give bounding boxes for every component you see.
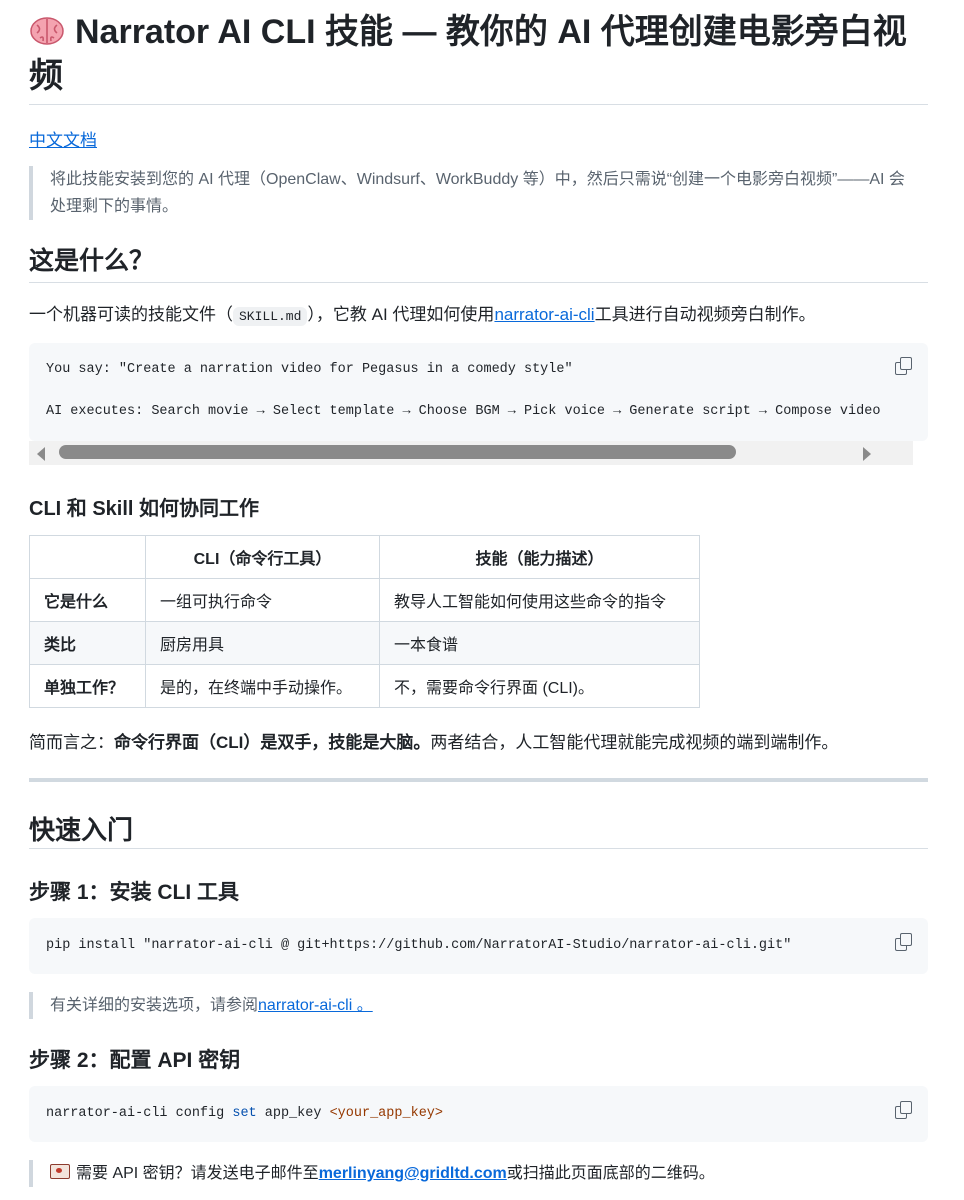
title-divider [29,104,928,105]
scroll-right-arrow-icon[interactable] [863,447,871,461]
intro-blockquote: 将此技能安装到您的 AI 代理（OpenClaw、Windsurf、WorkBu… [29,166,920,220]
table-header-cell [29,535,146,579]
table-row-header: 它是什么 [29,578,146,622]
api-note-suffix: 或扫描此页面底部的二维码。 [506,1165,715,1182]
horizontal-scrollbar[interactable] [29,441,913,465]
copy-icon[interactable] [892,356,912,376]
table-cell: 是的，在终端中手动操作。 [145,664,380,708]
narrator-cli-link[interactable]: narrator-ai-cli [494,305,594,324]
code-placeholder: <your_app_key> [329,1106,443,1121]
scrollbar-thumb[interactable] [59,445,736,459]
step2-heading: 步骤 2：配置 API 密钥 [29,1049,241,1072]
step1-heading: 步骤 1：安装 CLI 工具 [29,881,240,904]
table-row-header: 类比 [29,621,146,665]
install-command: pip install "narrator-ai-cli @ git+https… [46,938,792,953]
code-token: narrator-ai-cli config [46,1106,233,1121]
code-token: app_key [256,1106,330,1121]
table-header-row: CLI（命令行工具） 技能（能力描述） [29,535,700,579]
code-line-1: You say: "Create a narration video for P… [46,362,573,377]
readme-page: Narrator AI CLI 技能 — 教你的 AI 代理创建电影旁白视频 中… [0,0,964,1200]
table-cell: 教导人工智能如何使用这些命令的指令 [379,578,700,622]
horizontal-rule [29,778,928,782]
scroll-left-arrow-icon[interactable] [37,447,45,461]
table-header-cell: CLI（命令行工具） [145,535,380,579]
install-code-block[interactable]: pip install "narrator-ai-cli @ git+https… [29,918,928,974]
chinese-docs-link[interactable]: 中文文档 [29,126,97,151]
comparison-table: CLI（命令行工具） 技能（能力描述） 它是什么 一组可执行命令 教导人工智能如… [29,535,700,708]
section-divider [29,282,928,283]
section-heading-how: CLI 和 Skill 如何协同工作 [29,498,260,520]
brain-icon [30,17,64,45]
table-row: 类比 厨房用具 一本食谱 [29,621,700,665]
para-text: 一个机器可读的技能文件（ [29,305,233,324]
copy-icon[interactable] [892,932,912,952]
table-cell: 不，需要命令行界面 (CLI)。 [379,664,700,708]
copy-icon[interactable] [892,1100,912,1120]
table-header-cell: 技能（能力描述） [379,535,700,579]
api-note-text: 需要 API 密钥？请发送电子邮件至 [76,1165,319,1182]
config-command: narrator-ai-cli config set app_key <your… [46,1106,443,1121]
summary-paragraph: 简而言之：命令行界面（CLI）是双手，技能是大脑。两者结合，人工智能代理就能完成… [29,730,838,756]
table-row: 它是什么 一组可执行命令 教导人工智能如何使用这些命令的指令 [29,578,700,622]
section-divider [29,848,928,849]
config-code-block[interactable]: narrator-ai-cli config set app_key <your… [29,1086,928,1142]
install-options-link[interactable]: narrator-ai-cli 。 [258,997,373,1014]
what-paragraph: 一个机器可读的技能文件（ SKILL.md ），它教 AI 代理如何使用narrat… [29,302,816,330]
email-link[interactable]: merlinyang@gridltd.com [319,1165,507,1182]
example-code-block[interactable]: You say: "Create a narration video for P… [29,343,928,441]
intro-quote-text: 将此技能安装到您的 AI 代理（OpenClaw、Windsurf、WorkBu… [50,171,905,215]
email-icon [50,1164,70,1179]
section-heading-quickstart: 快速入门 [29,815,134,845]
page-title-text: Narrator AI CLI 技能 — 教你的 AI 代理创建电影旁白视频 [29,13,907,95]
code-keyword: set [232,1106,257,1121]
section-heading-what: 这是什么？ [29,247,155,275]
install-note-text: 有关详细的安装选项，请参阅 [50,997,259,1014]
install-note-blockquote: 有关详细的安装选项，请参阅narrator-ai-cli 。 [29,992,920,1019]
summary-prefix: 简而言之： [29,733,114,752]
table-cell: 厨房用具 [145,621,380,665]
summary-bold: 命令行界面（CLI）是双手，技能是大脑。 [114,733,431,752]
table-row: 单独工作？ 是的，在终端中手动操作。 不，需要命令行界面 (CLI)。 [29,664,700,708]
summary-rest: 两者结合，人工智能代理就能完成视频的端到端制作。 [430,733,839,752]
para-text: 工具进行自动视频旁白制作。 [594,305,816,324]
table-cell: 一组可执行命令 [145,578,380,622]
table-cell: 一本食谱 [379,621,700,665]
page-title: Narrator AI CLI 技能 — 教你的 AI 代理创建电影旁白视频 [29,10,928,98]
table-row-header: 单独工作？ [29,664,146,708]
para-text: ），它教 AI 代理如何使用 [307,305,495,324]
skill-md-code: SKILL.md [233,307,308,326]
code-line-2: AI executes: Search movie → Select templ… [46,404,884,419]
api-key-note-blockquote: 需要 API 密钥？请发送电子邮件至merlinyang@gridltd.com… [29,1160,920,1187]
